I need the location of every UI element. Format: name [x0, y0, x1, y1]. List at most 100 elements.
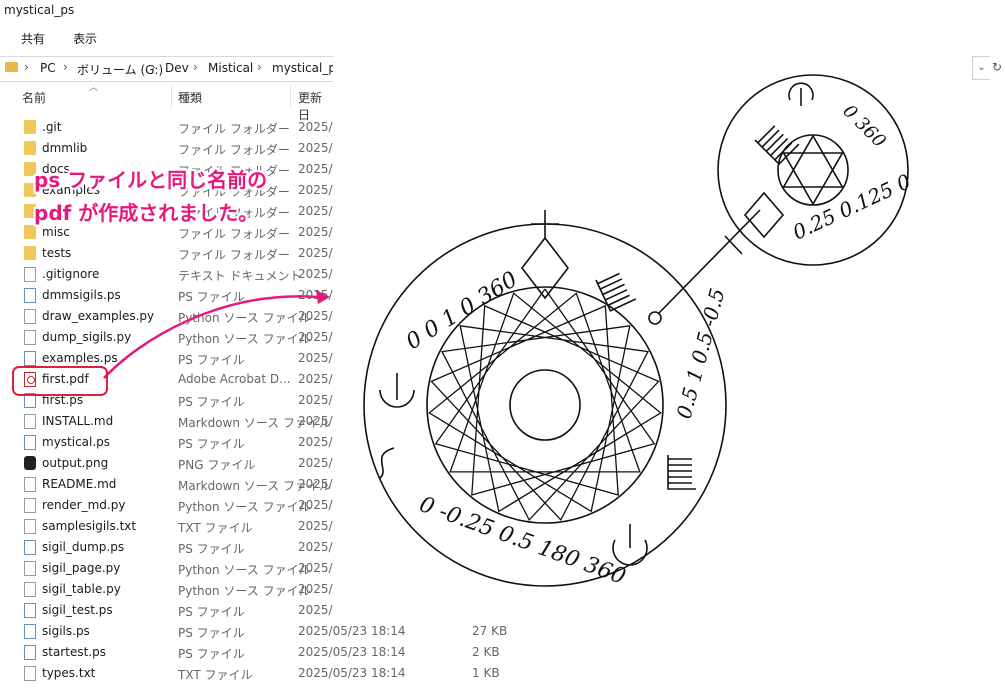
file-row[interactable]: samplesigils.txt TXT ファイル 2025/0 [0, 516, 333, 537]
file-row-details[interactable]: 2025/05/23 18:14 27 KB [298, 621, 528, 642]
file-row[interactable]: dump_sigils.py Python ソース ファイル2025/0 [0, 327, 333, 348]
small-ring-label-bottom: 0.25 0.125 0 [789, 169, 915, 245]
file-row[interactable]: README.mdMarkdown ソース ファイル2025/0 [0, 474, 333, 495]
file-name: dump_sigils.py [42, 330, 132, 344]
ring-label-top: 0 0 1 0 360 [402, 267, 522, 355]
file-name: types.txt [42, 666, 96, 680]
file-name: sigil_page.py [42, 561, 121, 575]
ladder-strokes [667, 455, 696, 490]
file-row[interactable]: types.txt TXT ファイル [0, 663, 333, 684]
ladder-strokes [595, 272, 637, 312]
small-diamond [743, 191, 785, 239]
python-file-icon [24, 330, 36, 345]
file-date: 2025/05/23 18:14 [298, 666, 406, 680]
text-file-icon [24, 267, 36, 282]
file-row[interactable]: sigils.ps PS ファイル [0, 621, 333, 642]
file-row[interactable]: sigil_test.ps PS ファイル 2025/0 [0, 600, 333, 621]
file-date: 2025/0 [298, 288, 333, 302]
breadcrumb-dev[interactable]: Dev [165, 61, 189, 75]
python-file-icon [24, 498, 36, 513]
ps-file-icon [24, 624, 36, 639]
breadcrumb-mistical[interactable]: Mistical [208, 61, 253, 75]
file-name: examples.ps [42, 351, 118, 365]
file-type: Python ソース ファイル [178, 332, 311, 346]
callout-text: ps ファイルと同じ名前の pdf が作成されました。 [34, 164, 267, 230]
file-type: PS ファイル [178, 605, 245, 619]
file-row[interactable]: sigil_page.py Python ソース ファイル2025/0 [0, 558, 333, 579]
first-pdf-highlight [12, 366, 108, 396]
file-name: samplesigils.txt [42, 519, 137, 533]
chevron-right-icon: › [257, 60, 262, 74]
chevron-right-icon: › [63, 60, 68, 74]
file-row[interactable]: render_md.py Python ソース ファイル2025/0 [0, 495, 333, 516]
connector-node [648, 311, 662, 325]
share-tab[interactable]: 共有 [21, 30, 45, 47]
file-row[interactable]: output.png PNG ファイル 2025/0 [0, 453, 333, 474]
markdown-file-icon [24, 477, 36, 492]
file-date: 2025/0 [298, 183, 333, 197]
ps-file-icon [24, 540, 36, 555]
file-row[interactable]: mystical.ps PS ファイル 2025/0 [0, 432, 333, 453]
address-bar[interactable]: › PC › ボリューム (G:) › Dev › Mistical › mys… [0, 56, 333, 82]
file-row[interactable]: .gitignore テキスト ドキュメント2025/0 [0, 264, 333, 285]
markdown-file-icon [24, 414, 36, 429]
file-row[interactable]: sigil_dump.ps PS ファイル 2025/0 [0, 537, 333, 558]
file-name: sigil_table.py [42, 582, 121, 596]
file-row[interactable]: dmmlib ファイル フォルダー 2025/0 [0, 138, 333, 159]
file-type: Python ソース ファイル [178, 584, 311, 598]
chevron-right-icon: › [193, 60, 198, 74]
view-tab[interactable]: 表示 [73, 30, 97, 47]
ladder-glyph [595, 272, 637, 312]
file-row[interactable]: INSTALL.mdMarkdown ソース ファイル2025/0 [0, 411, 333, 432]
python-file-icon [24, 561, 36, 576]
file-type: Python ソース ファイル [178, 563, 311, 577]
file-row[interactable]: startest.ps PS ファイル [0, 642, 333, 663]
file-date: 2025/0 [298, 330, 333, 344]
file-row[interactable]: .git ファイル フォルダー 2025/0 [0, 117, 333, 138]
file-row[interactable]: draw_examples.py Python ソース ファイル2025/0 [0, 306, 333, 327]
file-date: 2025/0 [298, 603, 333, 617]
file-type: PS ファイル [178, 542, 245, 556]
column-header-type[interactable]: 種類 [178, 89, 202, 106]
file-name: sigil_test.ps [42, 603, 113, 617]
folder-icon [5, 62, 18, 72]
file-date: 2025/0 [298, 456, 333, 470]
file-size: 1 KB [472, 666, 500, 680]
file-date: 2025/0 [298, 267, 333, 281]
file-type: Python ソース ファイル [178, 311, 311, 325]
breadcrumb-mystical-ps[interactable]: mystical_ps [272, 61, 333, 75]
ribbon: 共有 表示 [0, 26, 333, 50]
file-type: PS ファイル [178, 353, 245, 367]
file-row[interactable]: dmmsigils.ps PS ファイル 2025/0 [0, 285, 333, 306]
python-file-icon [24, 309, 36, 324]
file-date: 2025/0 [298, 435, 333, 449]
refresh-icon[interactable]: ↻ [992, 60, 1002, 74]
ring-label-right: 0.5 1 0.5 -0.5 [672, 286, 730, 422]
file-type: テキスト ドキュメント [178, 269, 302, 283]
file-date: 2025/0 [298, 162, 333, 176]
callout-line-1: ps ファイルと同じ名前の [34, 168, 268, 192]
file-row[interactable]: tests ファイル フォルダー 2025/0 [0, 243, 333, 264]
file-row-details[interactable]: 2025/05/23 18:14 1 KB [298, 663, 528, 684]
column-divider[interactable] [171, 86, 172, 108]
column-header-name[interactable]: 名前 [22, 89, 46, 106]
file-name: INSTALL.md [42, 414, 114, 428]
file-row[interactable]: sigil_table.py Python ソース ファイル2025/0 [0, 579, 333, 600]
file-name: render_md.py [42, 498, 126, 512]
file-type: ファイル フォルダー [178, 248, 290, 262]
window-title: mystical_ps [4, 3, 75, 17]
search-area: ⌄ ↻ [970, 56, 1005, 80]
column-divider[interactable] [290, 86, 291, 108]
file-date: 2025/0 [298, 246, 333, 260]
file-name: .gitignore [42, 267, 100, 281]
file-date: 2025/0 [298, 561, 333, 575]
file-type: ファイル フォルダー [178, 122, 290, 136]
file-size: 27 KB [472, 624, 508, 638]
sigil-drawing: 0 0 1 0 360 0.5 1 0.5 -0.50 -0.25 0.5 180… [363, 74, 915, 590]
breadcrumb-pc[interactable]: PC [40, 61, 56, 75]
file-date: 2025/0 [298, 582, 333, 596]
file-name: .git [42, 120, 62, 134]
dropdown-chevron-icon[interactable]: ⌄ [972, 56, 990, 80]
file-row-details[interactable]: 2025/05/23 18:14 2 KB [298, 642, 528, 663]
squiggle-glyph [379, 447, 395, 479]
